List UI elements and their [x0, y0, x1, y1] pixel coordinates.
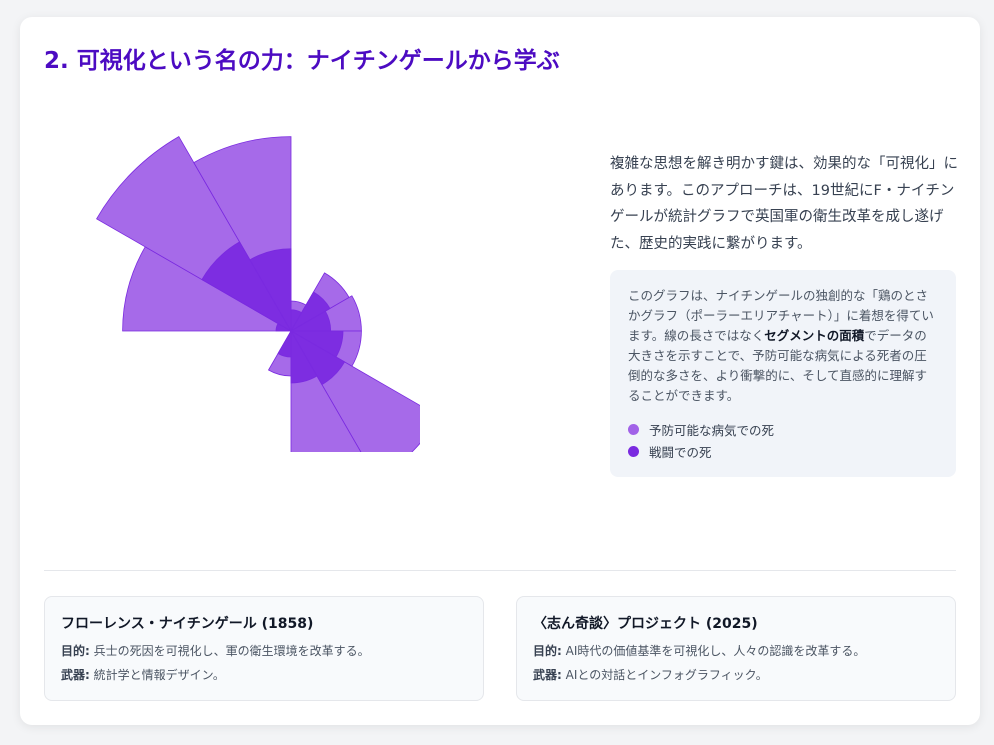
- nightingale-weapon: 武器: 統計学と情報デザイン。: [61, 666, 467, 684]
- page-title: 2. 可視化という名の力：ナイチンゲールから学ぶ: [44, 48, 560, 74]
- nightingale-weapon-label: 武器:: [61, 668, 90, 682]
- legend-dot-disease: [628, 423, 639, 435]
- info-box: このグラフは、ナイチンゲールの独創的な「鶏のとさかグラフ（ポーラーエリアチャート…: [610, 270, 956, 477]
- polar-area-chart-svg: [96, 136, 440, 508]
- project-purpose-label: 目的:: [533, 644, 562, 658]
- legend-item-battle: 戦闘での死: [628, 440, 938, 462]
- nightingale-weapon-text: 統計学と情報デザイン。: [93, 668, 225, 682]
- section-divider: [44, 570, 956, 571]
- legend-label-battle: 戦闘での死: [649, 444, 712, 460]
- legend-dot-battle: [628, 445, 639, 457]
- nightingale-purpose-text: 兵士の死因を可視化し、軍の衛生環境を改革する。: [93, 644, 370, 658]
- content-card: 2. 可視化という名の力：ナイチンゲールから学ぶ 複雑な思想を解き明かす鍵は、効…: [20, 17, 980, 725]
- project-card-title: 〈志ん奇談〉プロジェクト (2025): [533, 616, 758, 632]
- info-text-bold: セグメントの面積: [764, 328, 865, 343]
- project-purpose: 目的: AI時代の価値基準を可視化し、人々の認識を改革する。: [533, 642, 939, 660]
- legend-label-disease: 予防可能な病気での死: [649, 422, 775, 438]
- nightingale-purpose-label: 目的:: [61, 644, 90, 658]
- project-weapon-text: AIとの対話とインフォグラフィック。: [565, 668, 768, 682]
- legend-item-disease: 予防可能な病気での死: [628, 418, 938, 440]
- battle-segment-10: [277, 329, 292, 358]
- project-weapon-label: 武器:: [533, 668, 562, 682]
- chart-legend: 予防可能な病気での死 戦闘での死: [628, 418, 938, 462]
- project-card: 〈志ん奇談〉プロジェクト (2025) 目的: AI時代の価値基準を可視化し、人…: [516, 596, 956, 701]
- nightingale-purpose: 目的: 兵士の死因を可視化し、軍の衛生環境を改革する。: [61, 642, 467, 660]
- info-text: このグラフは、ナイチンゲールの独創的な「鶏のとさかグラフ（ポーラーエリアチャート…: [628, 286, 938, 406]
- intro-paragraph: 複雑な思想を解き明かす鍵は、効果的な「可視化」にあります。このアプローチは、19…: [610, 156, 958, 252]
- project-weapon: 武器: AIとの対話とインフォグラフィック。: [533, 666, 939, 684]
- polar-area-chart: [60, 122, 440, 508]
- nightingale-card: フローレンス・ナイチンゲール (1858) 目的: 兵士の死因を可視化し、軍の衛…: [44, 596, 484, 701]
- nightingale-card-title: フローレンス・ナイチンゲール (1858): [61, 616, 314, 632]
- project-purpose-text: AI時代の価値基準を可視化し、人々の認識を改革する。: [565, 644, 866, 658]
